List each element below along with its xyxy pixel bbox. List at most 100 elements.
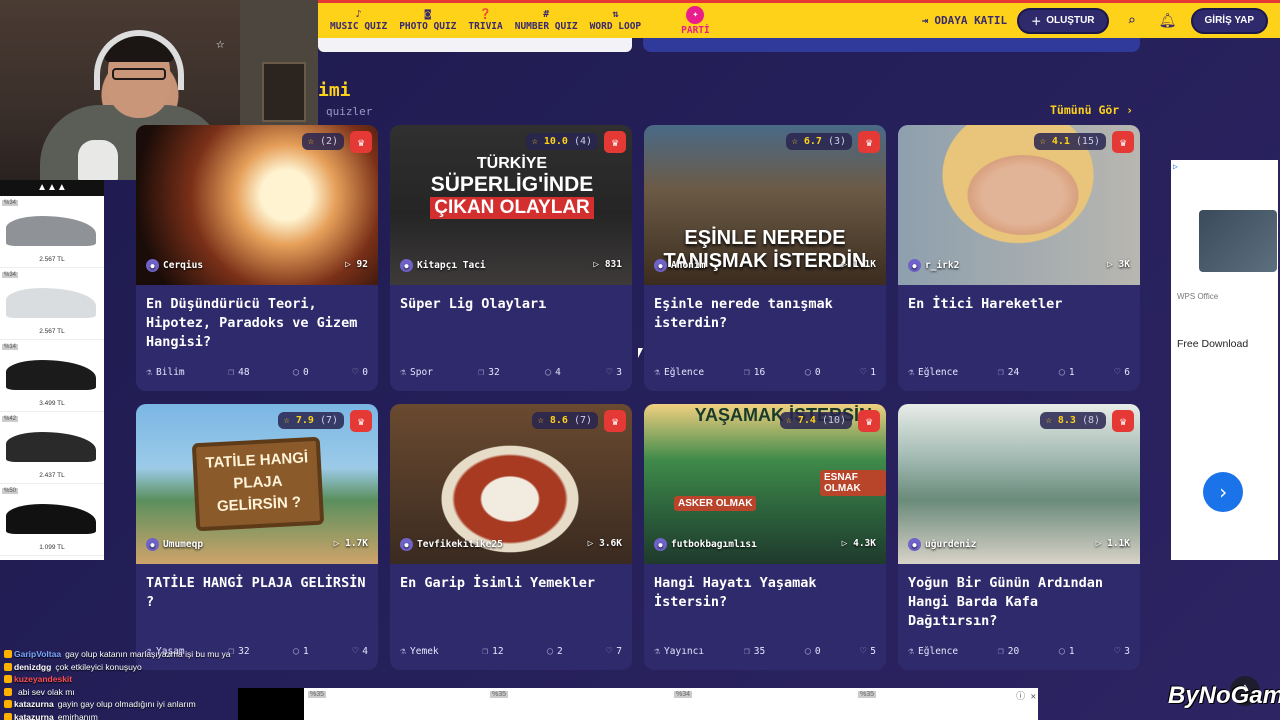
quiz-title[interactable]: Süper Lig Olayları [400,295,622,314]
comment-count: 4 [555,367,561,378]
nav-parti[interactable]: ✦ PARTİ [675,3,716,38]
quiz-card[interactable]: TÜRKİYE SÜPERLİG'İNDE ÇIKAN OLAYLAR ☆ 10… [390,125,632,391]
quiz-card[interactable]: YAŞAMAK İSTERSİN ESNAF OLMAK ASKER OLMAK… [644,404,886,670]
like-count: 6 [1124,367,1130,378]
category: Eğlence [918,646,959,657]
author-name: Kitapçı Taci [417,260,486,271]
author[interactable]: ● Tevfikekitike25 [400,538,503,551]
author[interactable]: ● Umumeqp [146,538,203,551]
quiz-meta: ⚗ Eğlence ❐ 24 ◯ 1 ♡ 6 [908,367,1130,378]
author-name: Tevfikekitike25 [417,539,503,550]
rating-count: (7) [319,415,338,426]
author[interactable]: ● r_irk2 [908,259,959,272]
plus-icon: ＋ [1031,17,1042,28]
loop-icon: ⇅ [612,9,619,20]
quiz-title[interactable]: Yoğun Bir Günün Ardından Hangi Barda Kaf… [908,574,1130,631]
author[interactable]: ● Kitapçı Taci [400,259,486,272]
quiz-title[interactable]: TATİLE HANGİ PLAJA GELİRSİN ? [146,574,368,612]
banner-edge [643,38,1140,52]
quiz-title[interactable]: Hangi Hayatı Yaşamak İstersin? [654,574,876,612]
questions-icon: ❐ [743,367,750,378]
rating-value: 8.6 [549,415,568,426]
author[interactable]: ● Anonim [654,259,705,272]
quiz-title[interactable]: En Düşündürücü Teori, Hipotez, Paradoks … [146,295,368,352]
nav-item[interactable]: ❓ TRIVIA [462,3,508,38]
login-button[interactable]: GİRİŞ YAP [1190,7,1268,34]
badge-icon [4,700,12,708]
close-icon[interactable]: ⓘ ✕ [1016,689,1036,702]
rating-count: (4) [573,136,592,147]
quiz-card[interactable]: EŞİNLE NEREDE TANIŞMAK İSTERDİN ☆ 6.7 (3… [644,125,886,391]
bottom-ad-banner[interactable]: %35 %35 %34 %35 ⓘ ✕ [238,688,1038,720]
search-icon[interactable]: ⌕ [1119,8,1145,34]
star-icon: ☆ [791,136,798,147]
ad-cta[interactable]: Free Download [1177,338,1248,350]
rating-badge: ☆ 7.4 (10) [779,412,852,429]
left-ad-banner[interactable]: ▲▲▲ %34 2.567 TL %34 2.567 TL %14 3.499 TL… [0,180,104,560]
quiz-meta: ⚗ Eğlence ❐ 16 ◯ 0 ♡ 1 [654,367,876,378]
nav-item[interactable]: ♪ MUSIC QUIZ [324,3,393,38]
avatar: ● [908,538,921,551]
watermark: ByNoGame [1168,682,1280,709]
top-nav: ♪ MUSIC QUIZ ◙ PHOTO QUIZ ❓ TRIVIA # NUMBER… [318,0,1280,38]
star-icon: ☆ [531,136,538,147]
ad-next-arrow-icon[interactable]: › [1203,472,1243,512]
author[interactable]: ● uğurdeniz [908,538,976,551]
badge-icon [4,662,12,671]
heart-icon: ♡ [352,646,359,657]
quiz-card[interactable]: TATİLE HANGİ PLAJA GELİRSİN ? ☆ 7.9 (7) … [136,404,378,670]
star-icon: ☆ [1045,415,1052,426]
ad-product[interactable]: %14 3.499 TL [0,340,104,412]
quiz-card[interactable]: ☆ 8.3 (8) ♛ ● uğurdeniz ▷ 1.1K Yoğun Bir… [898,404,1140,670]
comment-icon: ◯ [804,646,811,657]
comment-icon: ◯ [804,367,811,378]
comment-count: 0 [814,367,821,378]
rating-count: (8) [1081,415,1100,426]
comment-count: 0 [303,367,309,378]
author[interactable]: ● futbokbagımlısı [654,538,757,551]
question-count: 32 [488,367,500,378]
bell-icon[interactable]: 🔔︎ [1155,8,1181,34]
ad-choices-icon[interactable]: ▷ [1173,162,1178,171]
ad-screenshot [1199,210,1277,272]
author-name: Cerqius [163,260,204,271]
thumb-text: TÜRKİYE [476,155,548,172]
mouse-cursor [638,348,643,358]
ad-price: 1.099 TL [39,544,65,551]
question-count: 20 [1007,646,1020,657]
category: Yayıncı [664,646,705,657]
quiz-card[interactable]: ☆ (2) ♛ ● Cerqius ▷ 92 En Düşündürücü Te… [136,125,378,391]
quiz-card[interactable]: ☆ 8.6 (7) ♛ ● Tevfikekitike25 ▷ 3.6K En … [390,404,632,670]
chat-text: gayin gay olup olmadığını iyi anlarım [57,699,196,709]
ad-product[interactable]: %42 2.437 TL [0,412,104,484]
ad-product[interactable]: %34 2.567 TL [0,196,104,268]
quiz-title[interactable]: En İtici Hareketler [908,295,1130,314]
play-icon: ▷ [1095,538,1102,549]
ad-discount-badge: %35 [490,691,509,698]
nav-item-label: MUSIC QUIZ [330,21,388,32]
ad-discount-badge: %50 [2,488,19,494]
ad-product[interactable]: %34 2.567 TL [0,268,104,340]
quiz-title[interactable]: Eşinle nerede tanışmak isterdin? [654,295,876,333]
ad-product[interactable]: %50 1.099 TL [0,484,104,556]
right-ad-banner[interactable]: ▷ WPS Office Free Download › [1171,160,1278,560]
nav-item[interactable]: ⇅ WORD LOOP [584,3,647,38]
chat-text: emirhanım [57,711,98,720]
nav-item[interactable]: # NUMBER QUIZ [509,3,584,38]
heart-icon: ♡ [606,367,613,378]
rating-count: (7) [573,415,592,426]
adidas-logo: ▲▲▲ [0,180,104,196]
create-button[interactable]: ＋ OLUŞTUR [1017,7,1109,34]
rating-value: 7.4 [797,415,816,426]
quiz-title[interactable]: En Garip İsimli Yemekler [400,574,622,593]
play-count: ▷ 4.3K [842,538,876,549]
author[interactable]: ● Cerqius [146,259,203,272]
like-count: 0 [362,367,368,378]
quiz-card[interactable]: ☆ 4.1 (15) ♛ ● r_irk2 ▷ 3K En İtici Hare… [898,125,1140,391]
rating-badge: ☆ 8.3 (8) [1039,412,1106,429]
play-count-value: 1.7K [345,538,368,549]
comment-icon: ◯ [1058,646,1065,657]
nav-item[interactable]: ◙ PHOTO QUIZ [393,3,462,38]
join-room-button[interactable]: ⇥ ODAYA KATIL [922,14,1007,27]
see-all-link[interactable]: Tümünü Gör › [1050,103,1133,117]
